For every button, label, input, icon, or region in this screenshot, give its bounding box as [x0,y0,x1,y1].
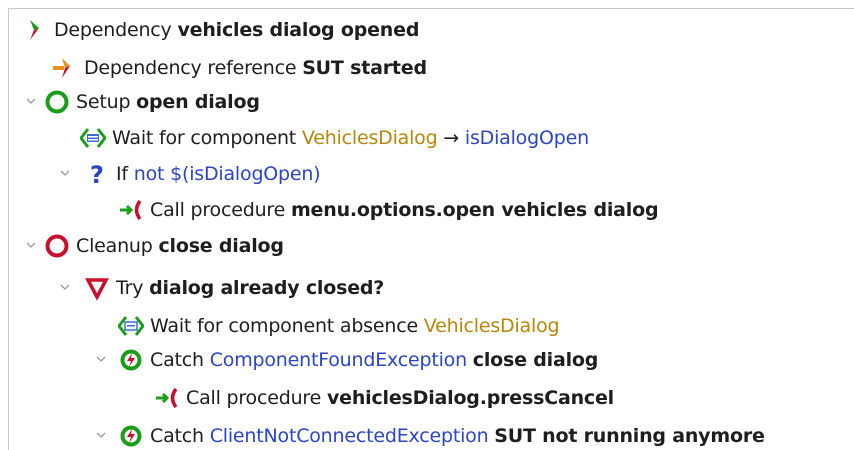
expand-catch-found-chevron-icon[interactable] [94,352,108,366]
tree-node-try[interactable]: Try dialog already closed? [84,271,384,304]
if-icon: ? [90,161,104,187]
exception-name: ComponentFoundException [209,348,467,371]
svg-text:?: ? [90,161,104,187]
wait-for-absence-label: Wait for component absence VehiclesDialo… [150,314,560,337]
tree-node-call-procedure-open[interactable]: Call procedure menu.options.open vehicle… [118,193,659,226]
tree-node-cleanup[interactable]: Cleanup close dialog [44,229,284,262]
expand-if-chevron-icon[interactable] [58,166,72,180]
tree-node-if[interactable]: ? If not $(isDialogOpen) [84,157,321,190]
tree-node-wait-for-component[interactable]: Wait for component VehiclesDialog → isDi… [80,121,589,154]
test-tree: Dependency vehicles dialog opened Depend… [0,0,854,450]
if-label: If not $(isDialogOpen) [116,162,321,185]
wait-component-icon [80,127,106,148]
call-procedure-open-label: Call procedure menu.options.open vehicle… [150,198,659,221]
dependency-reference-label: Dependency reference SUT started [84,56,427,79]
cleanup-icon [45,234,69,257]
cleanup-label: Cleanup close dialog [76,234,284,257]
tree-node-dependency-reference[interactable]: Dependency reference SUT started [52,51,427,84]
arrow-icon: → [443,126,460,149]
expand-try-chevron-icon[interactable] [58,280,72,294]
tree-node-dependency[interactable]: Dependency vehicles dialog opened [22,13,419,46]
try-icon [85,277,109,301]
tree-node-wait-for-absence[interactable]: Wait for component absence VehiclesDialo… [118,309,560,342]
wait-for-component-label: Wait for component VehiclesDialog → isDi… [112,126,589,149]
tree-node-call-procedure-cancel[interactable]: Call procedure vehiclesDialog.pressCance… [154,381,614,414]
expand-catch-not-connected-chevron-icon[interactable] [94,428,108,442]
tree-node-catch-component-found[interactable]: Catch ComponentFoundException close dial… [118,343,598,376]
expand-cleanup-chevron-icon[interactable] [24,238,38,252]
setup-label: Setup open dialog [76,90,260,113]
component-id: VehiclesDialog [423,314,560,337]
component-id: VehiclesDialog [301,126,438,149]
dependency-label: Dependency vehicles dialog opened [54,18,420,41]
setup-icon [45,90,69,113]
tree-node-setup[interactable]: Setup open dialog [44,85,260,118]
dependency-icon [30,19,39,40]
call-procedure-icon [120,199,142,220]
call-procedure-icon [156,387,178,408]
exception-name: ClientNotConnectedException [209,424,489,447]
if-condition: not $(isDialogOpen) [133,162,321,185]
catch-client-not-connected-label: Catch ClientNotConnectedException SUT no… [150,424,765,447]
call-procedure-cancel-label: Call procedure vehiclesDialog.pressCance… [186,386,614,409]
wait-component-icon [118,315,144,336]
expand-setup-chevron-icon[interactable] [24,94,38,108]
try-label: Try dialog already closed? [116,276,385,299]
catch-component-found-label: Catch ComponentFoundException close dial… [150,348,599,371]
catch-icon [120,425,142,446]
tree-node-catch-client-not-connected[interactable]: Catch ClientNotConnectedException SUT no… [118,419,765,450]
variable-name: isDialogOpen [464,126,589,149]
catch-icon [120,349,142,370]
dependency-reference-icon [53,57,70,78]
